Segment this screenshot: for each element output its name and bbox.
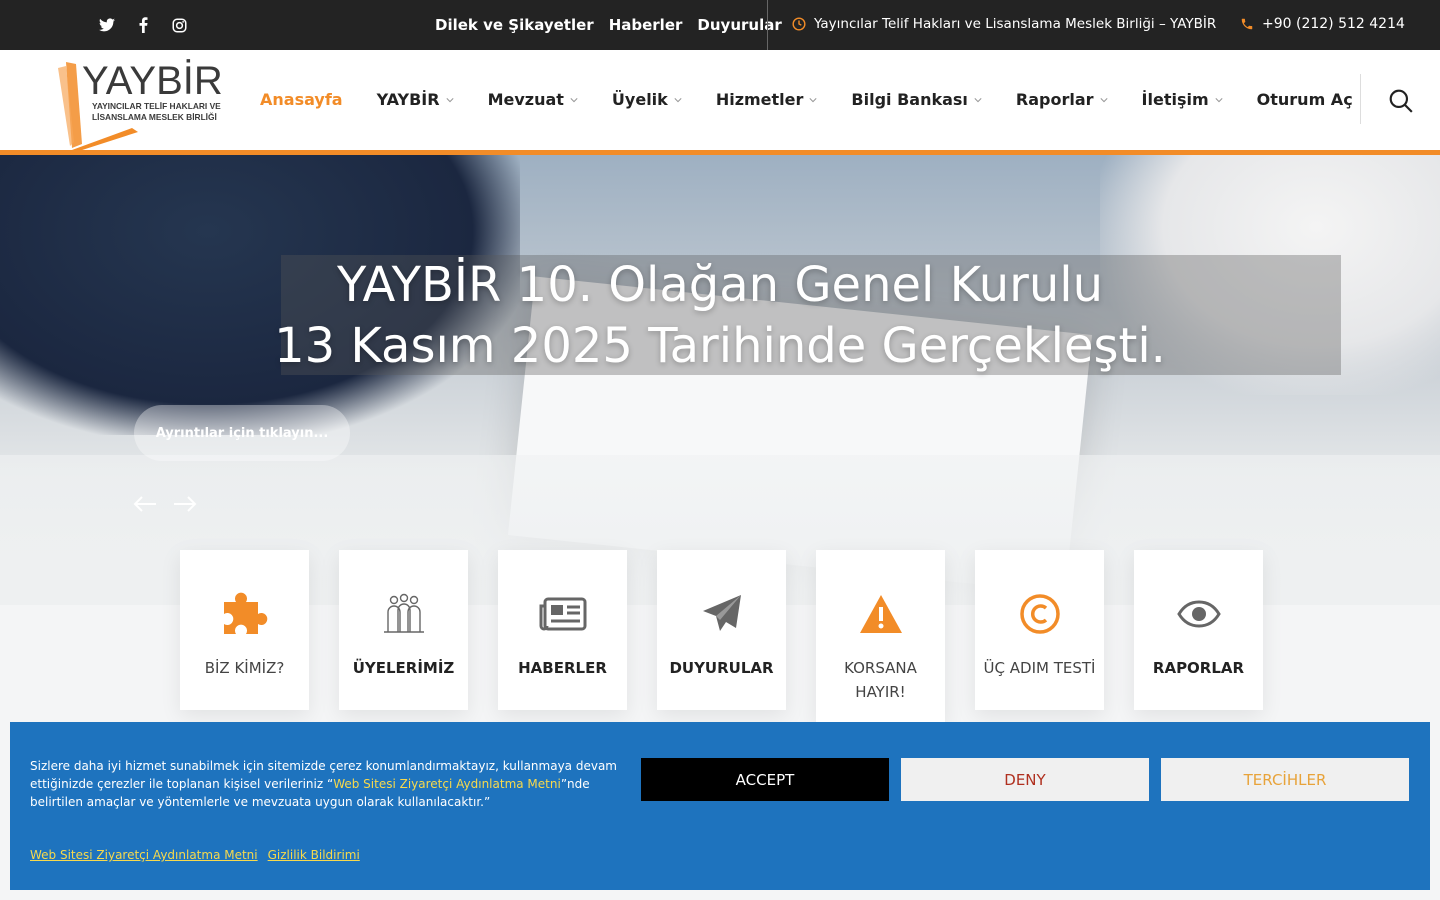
logo-text: YAYBİR: [82, 58, 223, 103]
nav-label: Mevzuat: [487, 90, 564, 109]
org-info: Yayıncılar Telif Hakları ve Lisanslama M…: [792, 16, 1216, 32]
feature-label: HABERLER: [518, 659, 607, 677]
cookie-links: Web Sitesi Ziyaretçi Aydınlatma Metni Gi…: [30, 848, 360, 862]
cookie-link-privacy-notice[interactable]: Web Sitesi Ziyaretçi Aydınlatma Metni: [30, 848, 258, 862]
feature-label: ÜYELERİMİZ: [352, 659, 455, 677]
phone-icon: [1241, 18, 1253, 30]
instagram-icon[interactable]: [168, 14, 190, 36]
top-divider: [767, 0, 768, 50]
nav-label: Üyelik: [611, 90, 668, 109]
nav-label: Anasayfa: [260, 90, 343, 109]
nav-label: Oturum Aç: [1256, 90, 1353, 109]
chevron-down-icon: [809, 97, 817, 102]
cookie-link-privacy-statement[interactable]: Gizlilik Bildirimi: [268, 848, 360, 862]
clock-icon: [792, 17, 806, 31]
arrow-right-icon[interactable]: [172, 491, 198, 517]
hero-title-line: 13 Kasım 2025 Tarihinde Gerçekleşti.: [274, 318, 1166, 374]
feature-anti-piracy[interactable]: KORSANA HAYIR!: [816, 550, 945, 722]
top-bar: Dilek ve Şikayetler Haberler Duyurular Y…: [0, 0, 1440, 50]
feature-label: ÜÇ ADIM TESTİ: [983, 659, 1096, 677]
nav-label: YAYBİR: [376, 90, 440, 109]
nav-item-mevzuat[interactable]: Mevzuat: [488, 90, 578, 109]
newspaper-icon: [539, 597, 586, 631]
main-nav: Anasayfa YAYBİR Mevzuat Üyelik Hizmetler…: [260, 90, 1387, 109]
paper-plane-icon: [702, 595, 741, 631]
feature-announcements[interactable]: DUYURULAR: [657, 550, 786, 710]
svg-text:LİSANSLAMA MESLEK BİRLİĞİ: LİSANSLAMA MESLEK BİRLİĞİ: [92, 111, 217, 122]
accept-button[interactable]: ACCEPT: [641, 758, 889, 801]
hero-title: YAYBİR 10. Olağan Genel Kurulu 13 Kasım …: [0, 255, 1440, 377]
nav-item-hizmetler[interactable]: Hizmetler: [716, 90, 818, 109]
hero-slider: YAYBİR 10. Olağan Genel Kurulu 13 Kasım …: [0, 155, 1440, 605]
cookie-inline-link[interactable]: Web Sitesi Ziyaretçi Aydınlatma Metni: [333, 777, 561, 791]
preferences-button[interactable]: TERCİHLER: [1161, 758, 1409, 801]
copyright-icon: [1019, 594, 1060, 634]
nav-item-raporlar[interactable]: Raporlar: [1016, 90, 1108, 109]
twitter-icon[interactable]: [96, 14, 118, 36]
nav-label: Bilgi Bankası: [851, 90, 968, 109]
chevron-down-icon: [674, 97, 682, 102]
feature-members[interactable]: ÜYELERİMİZ: [339, 550, 468, 710]
feature-boxes: BİZ KİMİZ? ÜYELERİMİZ HABERLER DUYURULAR…: [180, 550, 1263, 722]
search-icon[interactable]: [1388, 88, 1414, 114]
main-header: YAYBİR YAYINCILAR TELİF HAKLARI VE LİSAN…: [0, 50, 1440, 152]
nav-item-yaybir[interactable]: YAYBİR: [377, 90, 454, 109]
nav-item-uyelik[interactable]: Üyelik: [612, 90, 682, 109]
org-name: Yayıncılar Telif Hakları ve Lisanslama M…: [814, 16, 1217, 32]
nav-item-iletisim[interactable]: İletişim: [1142, 90, 1223, 109]
feature-news[interactable]: HABERLER: [498, 550, 627, 710]
feature-label: KORSANA HAYIR!: [844, 659, 917, 701]
nav-item-home[interactable]: Anasayfa: [260, 90, 343, 109]
hero-title-line: YAYBİR 10. Olağan Genel Kurulu: [336, 257, 1104, 313]
warning-icon: [859, 595, 902, 633]
deny-button[interactable]: DENY: [901, 758, 1149, 801]
cookie-banner: Sizlere daha iyi hizmet sunabilmek için …: [10, 722, 1430, 890]
top-link-news[interactable]: Haberler: [609, 16, 683, 34]
nav-label: Hizmetler: [715, 90, 804, 109]
header-divider: [1360, 74, 1361, 124]
svg-text:YAYINCILAR TELİF HAKLARI VE: YAYINCILAR TELİF HAKLARI VE: [92, 101, 221, 111]
feature-label: BİZ KİMİZ?: [204, 659, 285, 677]
nav-label: Raporlar: [1015, 90, 1094, 109]
phone-info: +90 (212) 512 4214: [1240, 16, 1405, 32]
site-logo[interactable]: YAYBİR YAYINCILAR TELİF HAKLARI VE LİSAN…: [52, 54, 232, 152]
social-links: [96, 14, 190, 36]
puzzle-icon: [223, 592, 267, 634]
nav-label: İletişim: [1141, 90, 1209, 109]
top-link-complaints[interactable]: Dilek ve Şikayetler: [435, 16, 594, 34]
top-links: Dilek ve Şikayetler Haberler Duyurular: [435, 16, 782, 34]
eye-icon: [1176, 600, 1221, 628]
chevron-down-icon: [445, 97, 454, 102]
nav-item-login[interactable]: Oturum Aç: [1257, 90, 1353, 109]
chevron-down-icon: [974, 97, 982, 102]
chevron-down-icon: [570, 97, 578, 102]
nav-item-bilgi-bankasi[interactable]: Bilgi Bankası: [851, 90, 982, 109]
phone-number[interactable]: +90 (212) 512 4214: [1262, 16, 1405, 32]
cookie-text: Sizlere daha iyi hizmet sunabilmek için …: [30, 757, 620, 811]
feature-three-step-test[interactable]: ÜÇ ADIM TESTİ: [975, 550, 1104, 710]
feature-label: DUYURULAR: [669, 659, 774, 677]
top-link-announcements[interactable]: Duyurular: [697, 16, 781, 34]
people-icon: [383, 593, 424, 633]
feature-who-are-we[interactable]: BİZ KİMİZ?: [180, 550, 309, 710]
feature-reports[interactable]: RAPORLAR: [1134, 550, 1263, 710]
chevron-down-icon: [1099, 97, 1108, 102]
arrow-left-icon[interactable]: [132, 491, 158, 517]
chevron-down-icon: [1215, 97, 1223, 102]
facebook-icon[interactable]: [132, 14, 154, 36]
feature-label: RAPORLAR: [1152, 659, 1245, 677]
hero-details-button[interactable]: Ayrıntılar için tıklayın...: [134, 405, 350, 461]
